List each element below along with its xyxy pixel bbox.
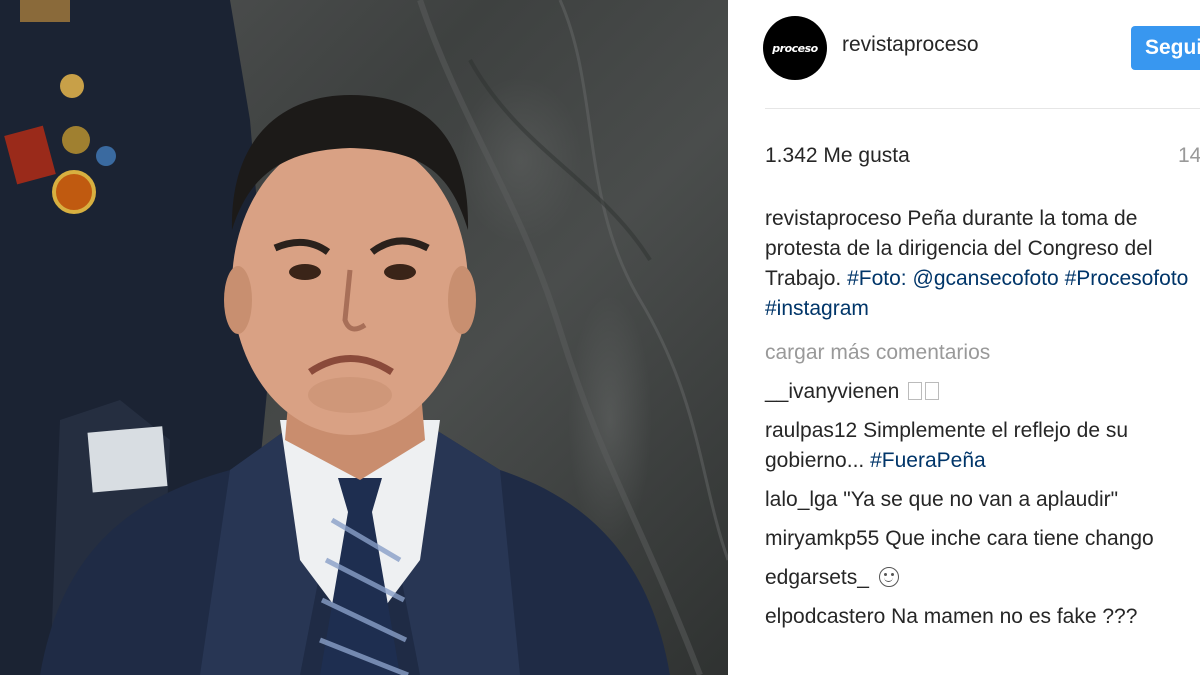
comment-user-link[interactable]: lalo_lga bbox=[765, 488, 837, 511]
likes-count[interactable]: 1.342 Me gusta bbox=[765, 144, 910, 168]
comment-item: raulpas12 Simplemente el reflejo de su g… bbox=[765, 416, 1200, 476]
follow-button[interactable]: Seguir bbox=[1131, 26, 1200, 70]
comments-list: revistaproceso Peña durante la toma de p… bbox=[765, 204, 1200, 632]
hashtag-link[interactable]: #Procesofoto bbox=[1065, 267, 1189, 290]
comment-user-link[interactable]: miryamkp55 bbox=[765, 527, 879, 550]
smiley-emoji-icon bbox=[878, 567, 899, 587]
post-photo[interactable] bbox=[0, 0, 728, 675]
caption: revistaproceso Peña durante la toma de p… bbox=[765, 204, 1200, 324]
username-link[interactable]: revistaproceso bbox=[842, 33, 979, 57]
post-side-panel: proceso revistaproceso Seguir 1.342 Me g… bbox=[728, 0, 1200, 675]
hashtag-link[interactable]: #Foto: bbox=[847, 267, 907, 290]
hashtag-link[interactable]: #FueraPeña bbox=[870, 449, 986, 472]
comment-item: edgarsets_ bbox=[765, 563, 1200, 593]
photo-illustration bbox=[0, 0, 728, 675]
comment-user-link[interactable]: edgarsets_ bbox=[765, 566, 869, 589]
divider bbox=[765, 108, 1200, 109]
hashtag-link[interactable]: #instagram bbox=[765, 297, 869, 320]
comment-user-link[interactable]: raulpas12 bbox=[765, 419, 857, 442]
comment-item: miryamkp55 Que inche cara tiene chango bbox=[765, 524, 1200, 554]
comment-text: "Ya se que no van a aplaudir" bbox=[843, 488, 1119, 511]
unknown-emoji-icon bbox=[925, 382, 940, 400]
mention-link[interactable]: @gcansecofoto bbox=[913, 267, 1059, 290]
unknown-emoji-icon bbox=[908, 382, 923, 400]
comment-text: Que inche cara tiene chango bbox=[885, 527, 1154, 550]
avatar-logo-text: proceso bbox=[772, 41, 818, 55]
comment-text: Na mamen no es fake ??? bbox=[891, 605, 1138, 628]
comment-user-link[interactable]: elpodcastero bbox=[765, 605, 885, 628]
caption-user-link[interactable]: revistaproceso bbox=[765, 207, 902, 230]
comment-item: __ivanyvienen bbox=[765, 377, 1200, 407]
load-more-comments-link[interactable]: cargar más comentarios bbox=[765, 338, 1200, 368]
post-header: proceso revistaproceso Seguir bbox=[728, 0, 1200, 110]
avatar[interactable]: proceso bbox=[763, 16, 827, 80]
post-time[interactable]: 14 bbox=[1178, 144, 1200, 168]
comment-item: lalo_lga "Ya se que no van a aplaudir" bbox=[765, 485, 1200, 515]
comment-item: elpodcastero Na mamen no es fake ??? bbox=[765, 602, 1200, 632]
comment-user-link[interactable]: __ivanyvienen bbox=[765, 380, 899, 403]
